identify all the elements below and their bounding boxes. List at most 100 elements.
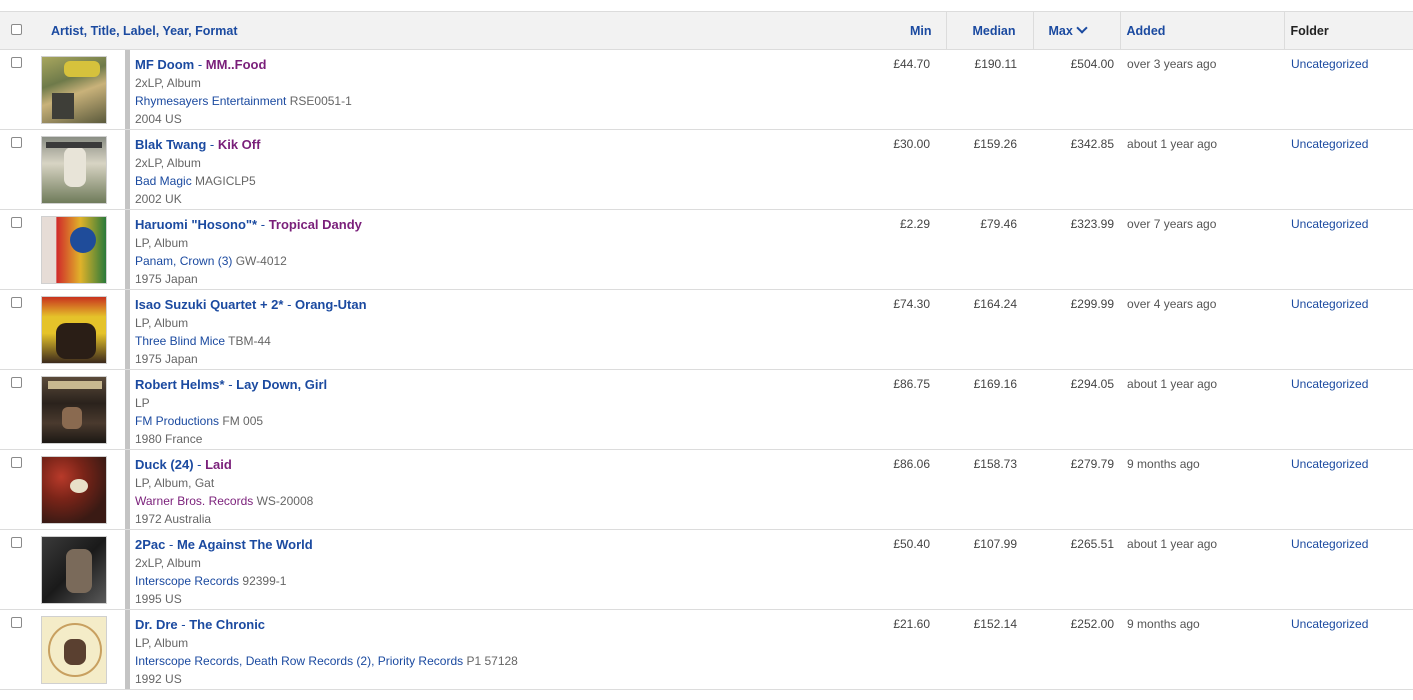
sort-title[interactable]: Title (91, 24, 116, 38)
album-cover-image[interactable] (41, 456, 107, 524)
label-link[interactable]: Warner Bros. Records (135, 494, 253, 508)
folder-link[interactable]: Uncategorized (1284, 130, 1413, 210)
cover-cell (40, 290, 121, 370)
table-row: Blak Twang - Kik Off 2xLP, Album Bad Mag… (0, 130, 1413, 210)
catalog-number: 92399-1 (239, 574, 287, 588)
label-link[interactable]: Interscope Records (135, 574, 239, 588)
cover-cell (40, 450, 121, 530)
row-checkbox[interactable] (11, 137, 22, 148)
release-title-link[interactable]: Me Against The World (177, 537, 313, 552)
sort-median[interactable]: Median (972, 24, 1015, 38)
added-date: about 1 year ago (1127, 137, 1218, 151)
row-divider-bar (125, 130, 130, 209)
album-cover-image[interactable] (41, 136, 107, 204)
median-price: £107.99 (973, 537, 1018, 551)
folder-link[interactable]: Uncategorized (1284, 610, 1413, 690)
album-cover-image[interactable] (41, 376, 107, 444)
sort-year[interactable]: Year (162, 24, 188, 38)
release-title-link[interactable]: Laid (205, 457, 232, 472)
release-title-link[interactable]: Tropical Dandy (269, 217, 362, 232)
row-bar-cell (121, 130, 135, 210)
table-row: Isao Suzuki Quartet + 2* - Orang-Utan LP… (0, 290, 1413, 370)
release-title-link[interactable]: The Chronic (189, 617, 265, 632)
label-link[interactable]: FM Productions (135, 414, 219, 428)
title-separator: - (165, 537, 177, 552)
row-checkbox[interactable] (11, 297, 22, 308)
artist-link[interactable]: Duck (24) (135, 457, 194, 472)
table-row: MF Doom - MM..Food 2xLP, Album Rhymesaye… (0, 50, 1413, 130)
artist-link[interactable]: Haruomi "Hosono"* (135, 217, 257, 232)
folder-link[interactable]: Uncategorized (1284, 210, 1413, 290)
row-bar-cell (121, 370, 135, 450)
table-row: Duck (24) - Laid LP, Album, Gat Warner B… (0, 450, 1413, 530)
sort-format[interactable]: Format (195, 24, 237, 38)
median-price: £164.24 (973, 297, 1018, 311)
max-header-cell: Max (1032, 11, 1121, 50)
label-link[interactable]: Interscope Records, Death Row Records (2… (135, 654, 463, 668)
added-date: over 3 years ago (1127, 57, 1217, 71)
folder-link[interactable]: Uncategorized (1284, 530, 1413, 610)
min-price: £86.75 (893, 377, 931, 391)
release-info-cell: MF Doom - MM..Food 2xLP, Album Rhymesaye… (135, 50, 825, 130)
row-checkbox[interactable] (11, 457, 22, 468)
sort-artist[interactable]: Artist (51, 24, 84, 38)
row-checkbox[interactable] (11, 217, 22, 228)
year-country: 1992 US (135, 672, 182, 686)
release-title-link[interactable]: Orang-Utan (295, 297, 367, 312)
added-date: 9 months ago (1127, 617, 1200, 631)
row-checkbox[interactable] (11, 537, 22, 548)
label-link[interactable]: Panam, Crown (3) (135, 254, 232, 268)
row-select-cell (0, 130, 40, 210)
median-price: £152.14 (973, 617, 1018, 631)
row-checkbox[interactable] (11, 57, 22, 68)
catalog-number: WS-20008 (253, 494, 314, 508)
release-format: LP (135, 396, 150, 410)
folder-link[interactable]: Uncategorized (1284, 50, 1413, 130)
album-cover-image[interactable] (41, 616, 107, 684)
select-all-checkbox[interactable] (11, 23, 22, 35)
release-title-link[interactable]: Kik Off (218, 137, 261, 152)
folder-link[interactable]: Uncategorized (1284, 370, 1413, 450)
max-price: £504.00 (1070, 57, 1115, 71)
folder-header: Folder (1283, 11, 1413, 50)
release-format: LP, Album (135, 636, 189, 650)
artist-link[interactable]: Robert Helms* (135, 377, 225, 392)
artist-link[interactable]: Blak Twang (135, 137, 206, 152)
album-cover-image[interactable] (41, 536, 107, 604)
table-row: Haruomi "Hosono"* - Tropical Dandy LP, A… (0, 210, 1413, 290)
median-price: £190.11 (974, 57, 1018, 71)
sort-min[interactable]: Min (910, 24, 932, 38)
median-price: £159.26 (973, 137, 1018, 151)
cover-cell (40, 210, 121, 290)
row-select-cell (0, 210, 40, 290)
release-title-link[interactable]: Lay Down, Girl (236, 377, 327, 392)
artist-link[interactable]: MF Doom (135, 57, 194, 72)
row-select-cell (0, 50, 40, 130)
artist-link[interactable]: Isao Suzuki Quartet + 2* (135, 297, 283, 312)
added-date: over 4 years ago (1127, 297, 1217, 311)
sort-label[interactable]: Label (123, 24, 156, 38)
label-link[interactable]: Three Blind Mice (135, 334, 225, 348)
album-cover-image[interactable] (41, 296, 107, 364)
row-checkbox[interactable] (11, 617, 22, 628)
row-divider-bar (125, 450, 130, 529)
artist-link[interactable]: 2Pac (135, 537, 165, 552)
median-header-cell: Median (945, 11, 1034, 50)
sort-max[interactable]: Max (1049, 24, 1073, 38)
artist-link[interactable]: Dr. Dre (135, 617, 178, 632)
row-checkbox[interactable] (11, 377, 22, 388)
select-all-cell (0, 11, 40, 50)
cover-cell (40, 370, 121, 450)
folder-link[interactable]: Uncategorized (1284, 450, 1413, 530)
table-row: Dr. Dre - The Chronic LP, Album Intersco… (0, 610, 1413, 690)
album-cover-image[interactable] (41, 56, 107, 124)
label-link[interactable]: Bad Magic (135, 174, 192, 188)
release-title-link[interactable]: MM..Food (206, 57, 267, 72)
album-cover-image[interactable] (41, 216, 107, 284)
year-country: 1975 Japan (135, 272, 198, 286)
folder-link[interactable]: Uncategorized (1284, 290, 1413, 370)
release-info-cell: Blak Twang - Kik Off 2xLP, Album Bad Mag… (135, 130, 825, 210)
year-country: 2002 UK (135, 192, 182, 206)
label-link[interactable]: Rhymesayers Entertainment (135, 94, 286, 108)
sort-added[interactable]: Added (1127, 24, 1166, 38)
